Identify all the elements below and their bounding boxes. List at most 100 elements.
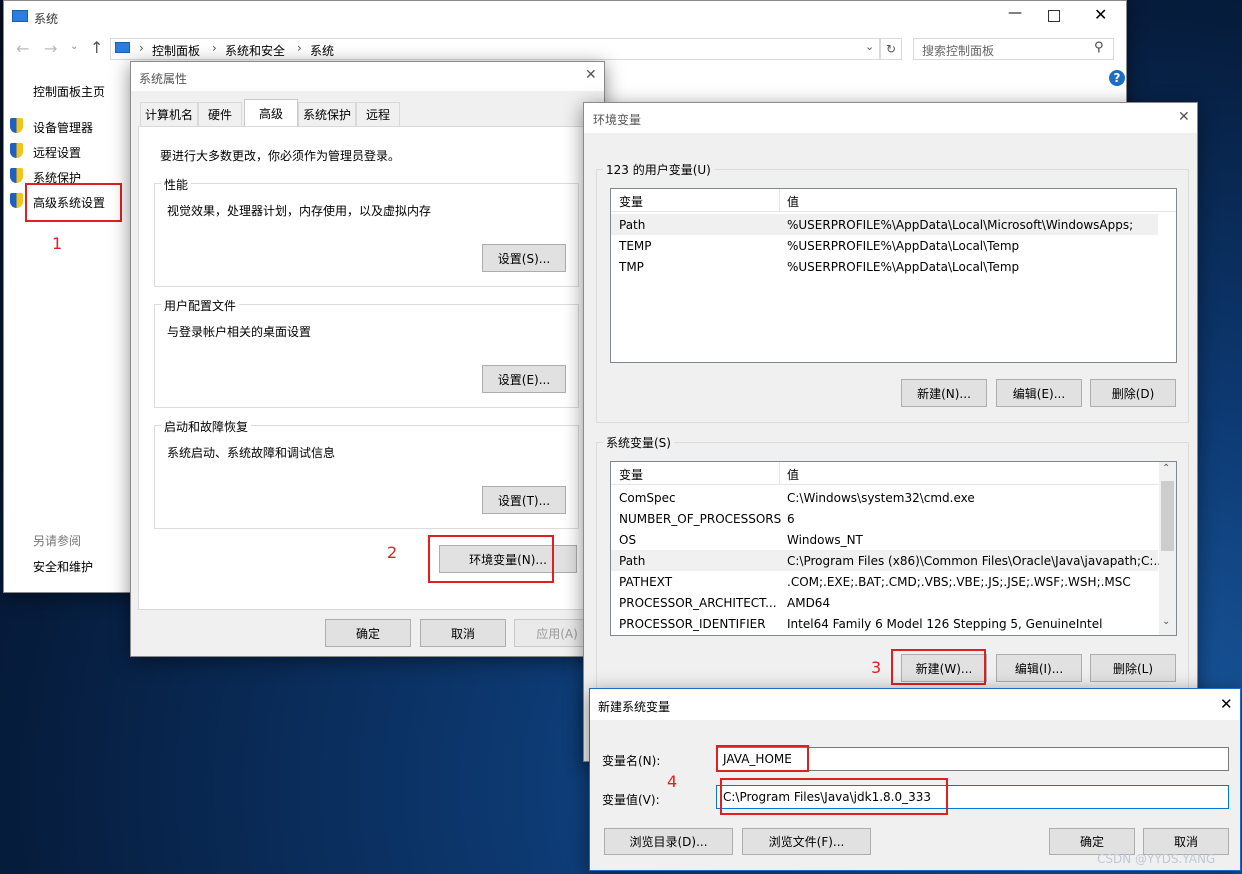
table-row[interactable]: NUMBER_OF_PROCESSORS 6 [611,508,1158,529]
breadcrumb-sep-icon: › [139,41,144,55]
table-row[interactable]: Path %USERPROFILE%\AppData\Local\Microso… [611,214,1158,235]
browse-directory-button[interactable]: 浏览目录(D)... [604,828,733,855]
var-name: TMP [619,259,644,274]
breadcrumb-item[interactable]: 控制面板 [152,42,200,59]
tab-label: 系统保护 [302,108,351,122]
tab-label: 硬件 [207,108,232,122]
profile-settings-button[interactable]: 设置(E)... [482,365,566,393]
dialog-title-bar: 环境变量 ✕ [584,103,1197,133]
close-icon[interactable]: ✕ [1220,695,1233,713]
column-header-value[interactable]: 值 [787,466,799,483]
cancel-button[interactable]: 取消 [420,619,506,647]
var-value: C:\Windows\system32\cmd.exe [787,490,975,505]
button-label: 浏览目录(D)... [629,835,708,849]
column-header-variable[interactable]: 变量 [619,466,643,483]
shield-icon [10,193,23,208]
user-edit-button[interactable]: 编辑(E)... [996,379,1082,407]
column-header-value[interactable]: 值 [787,193,799,210]
user-variables-group: 123 的用户变量(U) 变量 值 Path %USERPROFILE%\App… [596,161,1189,423]
address-bar[interactable]: › 控制面板 › 系统和安全 › 系统 ⌄ [110,38,880,60]
startup-settings-button[interactable]: 设置(T)... [482,486,566,514]
var-name: PROCESSOR_IDENTIFIER [619,616,766,631]
user-variables-list[interactable]: 变量 值 Path %USERPROFILE%\AppData\Local\Mi… [610,188,1177,363]
up-arrow-icon[interactable]: ↑ [90,38,103,57]
close-icon[interactable]: ✕ [585,67,597,83]
column-header-variable[interactable]: 变量 [619,193,643,210]
tab-hardware[interactable]: 硬件 [198,102,242,126]
var-name: TEMP [619,238,652,253]
tab-page: 要进行大多数更改，你必须作为管理员登录。 性能 视觉效果，处理器计划，内存使用，… [138,126,596,610]
tab-computer-name[interactable]: 计算机名 [140,102,198,126]
var-name: PATHEXT [619,574,673,589]
search-icon: ⚲ [1094,40,1104,55]
scrollbar-thumb[interactable] [1161,481,1174,551]
performance-settings-button[interactable]: 设置(S)... [482,244,566,272]
dialog-title-bar: 系统属性 ✕ [131,62,604,91]
table-row[interactable]: PROCESSOR_IDENTIFIER Intel64 Family 6 Mo… [611,613,1158,634]
table-row[interactable]: PROCESSOR_ARCHITECT... AMD64 [611,592,1158,613]
sidebar-home-link[interactable]: 控制面板主页 [33,83,105,100]
forward-icon[interactable]: → [44,39,57,58]
system-edit-button[interactable]: 编辑(I)... [996,654,1082,682]
var-name: PROCESSOR_ARCHITECT... [619,595,777,610]
var-value: AMD64 [787,595,831,610]
browse-file-button[interactable]: 浏览文件(F)... [742,828,871,855]
scroll-up-icon[interactable]: ⌃ [1162,463,1170,474]
help-icon[interactable]: ? [1109,70,1125,86]
dialog-title: 环境变量 [593,113,642,127]
refresh-button[interactable]: ↻ [880,38,902,60]
system-variables-list[interactable]: 变量 值 ComSpec C:\Windows\system32\cmd.exe… [610,461,1177,636]
tab-advanced[interactable]: 高级 [244,99,298,126]
admin-note: 要进行大多数更改，你必须作为管理员登录。 [160,149,401,163]
search-placeholder: 搜索控制面板 [922,44,995,58]
user-new-button[interactable]: 新建(N)... [901,379,987,407]
table-row[interactable]: ComSpec C:\Windows\system32\cmd.exe [611,487,1158,508]
scroll-down-icon[interactable]: ⌄ [1162,616,1170,627]
ok-button[interactable]: 确定 [1049,828,1135,855]
button-label: 设置(T)... [497,493,551,508]
close-icon[interactable]: ✕ [1094,5,1107,24]
see-also-link[interactable]: 安全和维护 [33,558,93,575]
ok-button[interactable]: 确定 [325,619,411,647]
button-label: 应用(A) [536,626,578,641]
table-row[interactable]: OS Windows_NT [611,529,1158,550]
annotation-step2: 2 [387,543,398,562]
breadcrumb-item[interactable]: 系统和安全 [225,42,285,59]
vertical-scrollbar[interactable]: ⌃ ⌄ [1159,462,1176,635]
var-value: %USERPROFILE%\AppData\Local\Temp [787,238,1020,253]
group-title: 启动和故障恢复 [161,418,252,435]
table-row[interactable]: PATHEXT .COM;.EXE;.BAT;.CMD;.VBS;.VBE;.J… [611,571,1158,592]
watermark: CSDN @YYDS.YANG [1097,852,1216,866]
tab-remote[interactable]: 远程 [356,102,400,126]
annotation-step1: 1 [52,234,63,253]
maximize-icon[interactable] [1048,10,1060,22]
table-row[interactable]: Path C:\Program Files (x86)\Common Files… [611,550,1165,571]
window-title: 系统 [34,12,59,26]
button-label: 编辑(E)... [1012,386,1066,401]
system-delete-button[interactable]: 删除(L) [1090,654,1176,682]
var-value: Windows_NT [787,532,863,547]
var-value: %USERPROFILE%\AppData\Local\Microsoft\Wi… [787,217,1134,232]
search-input[interactable]: 搜索控制面板 ⚲ [913,38,1114,60]
environment-variables-dialog: 环境变量 ✕ 123 的用户变量(U) 变量 值 Path %USERPROFI… [583,102,1198,762]
chevron-down-icon[interactable]: ⌄ [70,41,78,52]
tab-system-protection[interactable]: 系统保护 [298,102,356,126]
button-label: 删除(D) [1111,386,1155,401]
table-row[interactable]: TMP %USERPROFILE%\AppData\Local\Temp [611,256,1158,277]
breadcrumb-item[interactable]: 系统 [310,42,334,59]
minimize-icon[interactable]: — [1000,5,1030,21]
var-value: C:\Program Files (x86)\Common Files\Orac… [787,553,1165,568]
back-icon[interactable]: ← [16,39,29,58]
title-bar: 系统 — ✕ [4,1,1126,33]
dropdown-chevron-icon[interactable]: ⌄ [865,40,874,53]
cancel-button[interactable]: 取消 [1143,828,1229,855]
group-title: 系统变量(S) [603,434,674,451]
table-row[interactable]: TEMP %USERPROFILE%\AppData\Local\Temp [611,235,1158,256]
close-icon[interactable]: ✕ [1178,109,1190,125]
list-header: 变量 值 [611,189,1176,212]
group-desc: 视觉效果，处理器计划，内存使用，以及虚拟内存 [167,204,432,218]
breadcrumb-sep-icon: › [297,41,302,55]
group-desc: 系统启动、系统故障和调试信息 [167,446,336,460]
var-value: 6 [787,511,795,526]
user-delete-button[interactable]: 删除(D) [1090,379,1176,407]
